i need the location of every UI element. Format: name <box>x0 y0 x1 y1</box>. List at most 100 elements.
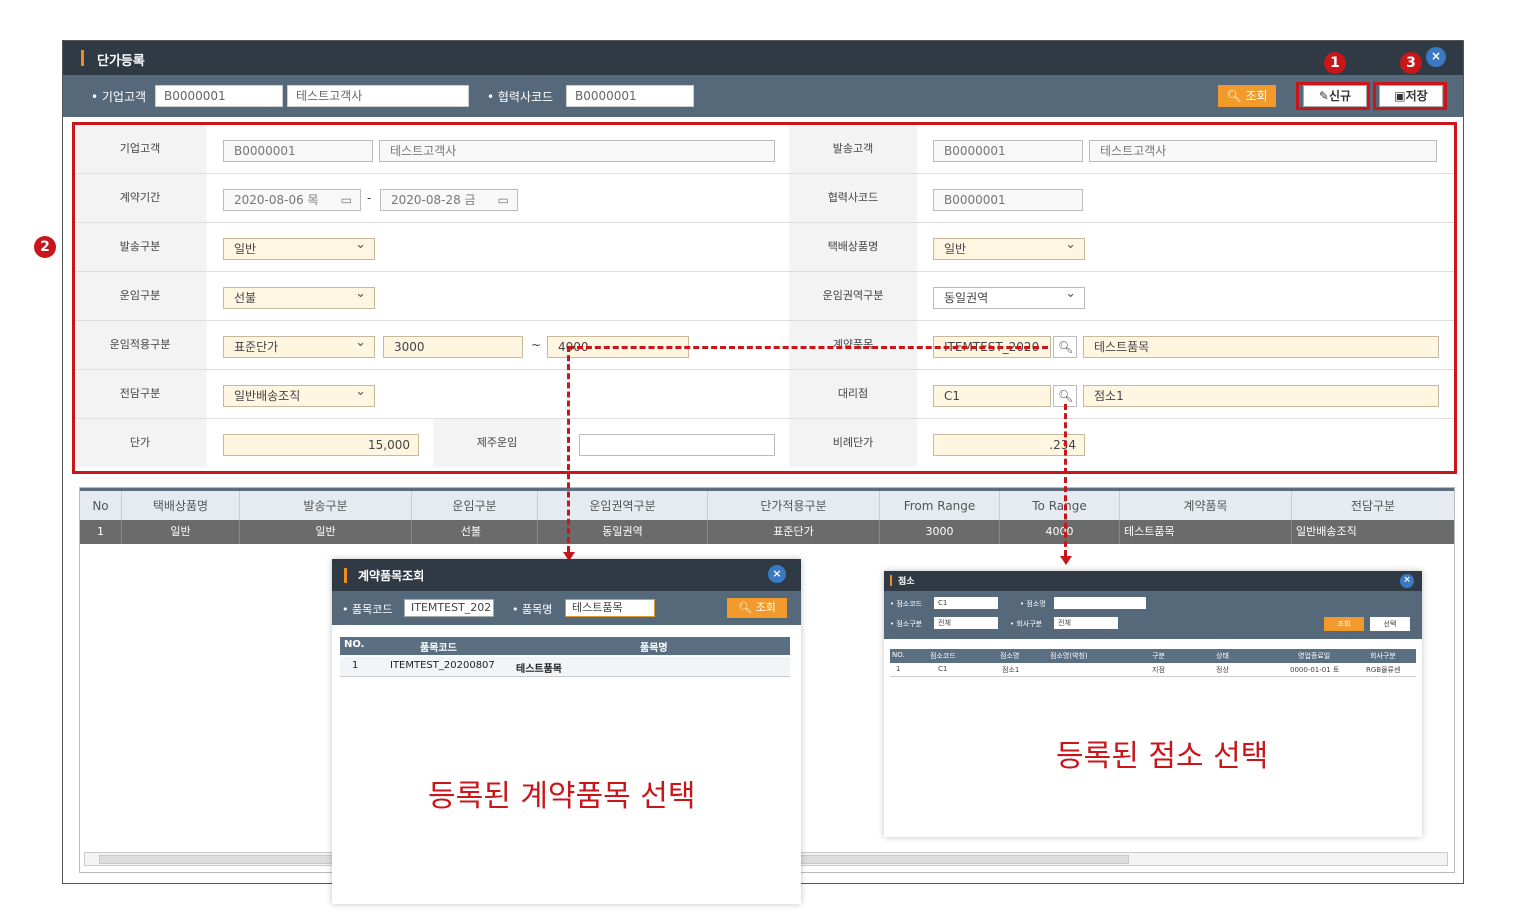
grid-header-cell[interactable]: 운임구분 <box>412 491 538 520</box>
grid-header-cell[interactable]: To Range <box>1000 491 1120 520</box>
window-title: 단가등록 <box>97 54 145 69</box>
item-name-label: • 품목명 <box>512 603 553 616</box>
grid-header-cell[interactable]: No <box>80 491 122 520</box>
close-icon[interactable]: × <box>1400 574 1414 588</box>
title-bar: 단가등록 × <box>63 41 1463 75</box>
search-bar: • 기업고객 B0000001 테스트고객사 • 협력사코드 B0000001 … <box>63 75 1463 117</box>
grid-cell: 일반 <box>240 520 412 544</box>
marker-1: 1 <box>1324 52 1346 74</box>
grid-header-cell[interactable]: From Range <box>880 491 1000 520</box>
agency-type-label: • 점소구분 <box>890 620 923 628</box>
popup-query-button[interactable]: 조회 <box>1324 617 1364 631</box>
grid-header: No 택배상품명 발송구분 운임구분 운임권역구분 단가적용구분 From Ra… <box>80 488 1454 520</box>
grid-cell: 4000 <box>1000 520 1120 544</box>
company-name-input[interactable]: 테스트고객사 <box>287 85 469 107</box>
popup-cell: 지점 <box>1152 666 1165 674</box>
form-highlight-box <box>72 122 1457 474</box>
agency-code-label: • 점소코드 <box>890 600 923 608</box>
popup-title-bar: 계약품목조회 × <box>332 559 801 591</box>
popup-cell: ITEMTEST_20200807 <box>390 660 495 671</box>
company-label: • 기업고객 <box>91 90 147 104</box>
grid-cell: 선불 <box>412 520 538 544</box>
agency-name-label: • 점소명 <box>1020 600 1046 608</box>
agency-type-select[interactable]: 전체 <box>934 617 998 629</box>
connector-line <box>568 346 1048 349</box>
query-button[interactable]: 🔍︎ 조회 <box>1218 85 1276 107</box>
grid-header-cell[interactable]: 운임권역구분 <box>538 491 708 520</box>
table-row[interactable]: 1 일반 일반 선불 동일권역 표준단가 3000 4000 테스트품목 일반배… <box>80 520 1454 544</box>
table-row[interactable]: 1 ITEMTEST_20200807 테스트품목 <box>340 657 790 677</box>
popup-header-cell: 점소코드 <box>930 652 956 660</box>
popup-title-bar: 점소 × <box>884 571 1422 591</box>
grid-header-cell[interactable]: 택배상품명 <box>122 491 240 520</box>
grid-cell: 1 <box>80 520 122 544</box>
popup-header-cell: NO. <box>892 651 905 659</box>
popup-cell: 1 <box>352 660 359 671</box>
popup-grid-header: NO. 품목코드 품목명 <box>340 637 790 655</box>
search-icon: 🔍︎ <box>1226 89 1242 103</box>
popup-header-cell: 상태 <box>1216 652 1229 660</box>
popup-header-cell: 영업종료일 <box>1298 652 1331 660</box>
popup-header-cell: 품목코드 <box>420 643 457 654</box>
popup-header-cell: 품목명 <box>640 643 668 654</box>
title-accent-bar <box>81 50 84 66</box>
connector-line <box>1064 404 1067 556</box>
connector-line <box>567 346 570 552</box>
partner-label: • 협력사코드 <box>487 90 554 104</box>
grid-header-cell[interactable]: 전담구분 <box>1292 491 1454 520</box>
close-icon[interactable]: × <box>768 565 786 583</box>
grid-cell: 표준단가 <box>708 520 880 544</box>
close-icon[interactable]: × <box>1426 47 1446 67</box>
marker-3: 3 <box>1400 52 1422 74</box>
title-accent-bar <box>344 568 347 583</box>
popup-header-cell: 점소명 <box>1000 652 1020 660</box>
item-name-input[interactable]: 테스트품목 <box>565 599 655 617</box>
company-code-input[interactable]: B0000001 <box>155 85 283 107</box>
search-icon: 🔍︎ <box>738 601 753 614</box>
agency-name-input[interactable] <box>1054 597 1146 609</box>
agency-search-popup: 점소 × • 점소코드 C1 • 점소명 • 점소구분 전체 • 회사구분 전체… <box>884 571 1422 837</box>
popup-grid-header: NO. 점소코드 점소명 점소명(약칭) 구분 상태 영업종료일 회사구분 <box>890 649 1416 663</box>
popup-cell: 0000-01-01 토 <box>1290 666 1340 674</box>
popup-query-button[interactable]: 🔍︎ 조회 <box>727 598 787 618</box>
popup-cell: RGB물류센 <box>1366 666 1401 674</box>
company-type-select[interactable]: 전체 <box>1054 617 1118 629</box>
grid-cell: 3000 <box>880 520 1000 544</box>
new-highlight-box <box>1296 82 1370 110</box>
select-button[interactable]: 선택 <box>1370 617 1410 631</box>
popup-cell: 정상 <box>1216 666 1229 674</box>
popup-query-label: 조회 <box>755 601 776 614</box>
grid-cell: 동일권역 <box>538 520 708 544</box>
agency-code-input[interactable]: C1 <box>934 597 998 609</box>
popup-header-cell: NO. <box>344 639 365 650</box>
grid-cell: 테스트품목 <box>1120 520 1292 544</box>
save-highlight-box <box>1373 82 1447 110</box>
popup-cell: 1 <box>896 665 901 673</box>
popup-cell: C1 <box>938 665 948 673</box>
popup-search-bar: • 품목코드 ITEMTEST_202 • 품목명 테스트품목 🔍︎ 조회 <box>332 591 801 625</box>
popup-header-cell: 구분 <box>1152 652 1165 660</box>
table-row[interactable]: 1 C1 점소1 지점 정상 0000-01-01 토 RGB물류센 <box>890 663 1416 677</box>
grid-cell: 일반 <box>122 520 240 544</box>
item-search-popup: 계약품목조회 × • 품목코드 ITEMTEST_202 • 품목명 테스트품목… <box>332 559 801 904</box>
query-label: 조회 <box>1245 89 1268 103</box>
agency-select-note: 등록된 점소 선택 <box>1056 739 1269 774</box>
arrow-down-icon <box>1060 556 1072 565</box>
company-type-label: • 회사구분 <box>1010 620 1043 628</box>
item-code-label: • 품목코드 <box>342 603 393 616</box>
grid-header-cell[interactable]: 계약품목 <box>1120 491 1292 520</box>
marker-2: 2 <box>34 236 56 258</box>
grid-header-cell[interactable]: 발송구분 <box>240 491 412 520</box>
popup-header-cell: 점소명(약칭) <box>1050 652 1088 660</box>
partner-code-input[interactable]: B0000001 <box>566 85 694 107</box>
item-select-note: 등록된 계약품목 선택 <box>428 779 696 814</box>
popup-header-cell: 회사구분 <box>1370 652 1396 660</box>
popup-search-bar: • 점소코드 C1 • 점소명 • 점소구분 전체 • 회사구분 전체 조회 선… <box>884 591 1422 639</box>
popup-cell: 점소1 <box>1002 666 1020 674</box>
grid-header-cell[interactable]: 단가적용구분 <box>708 491 880 520</box>
item-code-input[interactable]: ITEMTEST_202 <box>404 599 494 617</box>
title-accent-bar <box>890 575 892 586</box>
popup-title: 계약품목조회 <box>358 569 425 583</box>
popup-title: 점소 <box>898 577 915 587</box>
grid-cell: 일반배송조직 <box>1296 525 1357 538</box>
